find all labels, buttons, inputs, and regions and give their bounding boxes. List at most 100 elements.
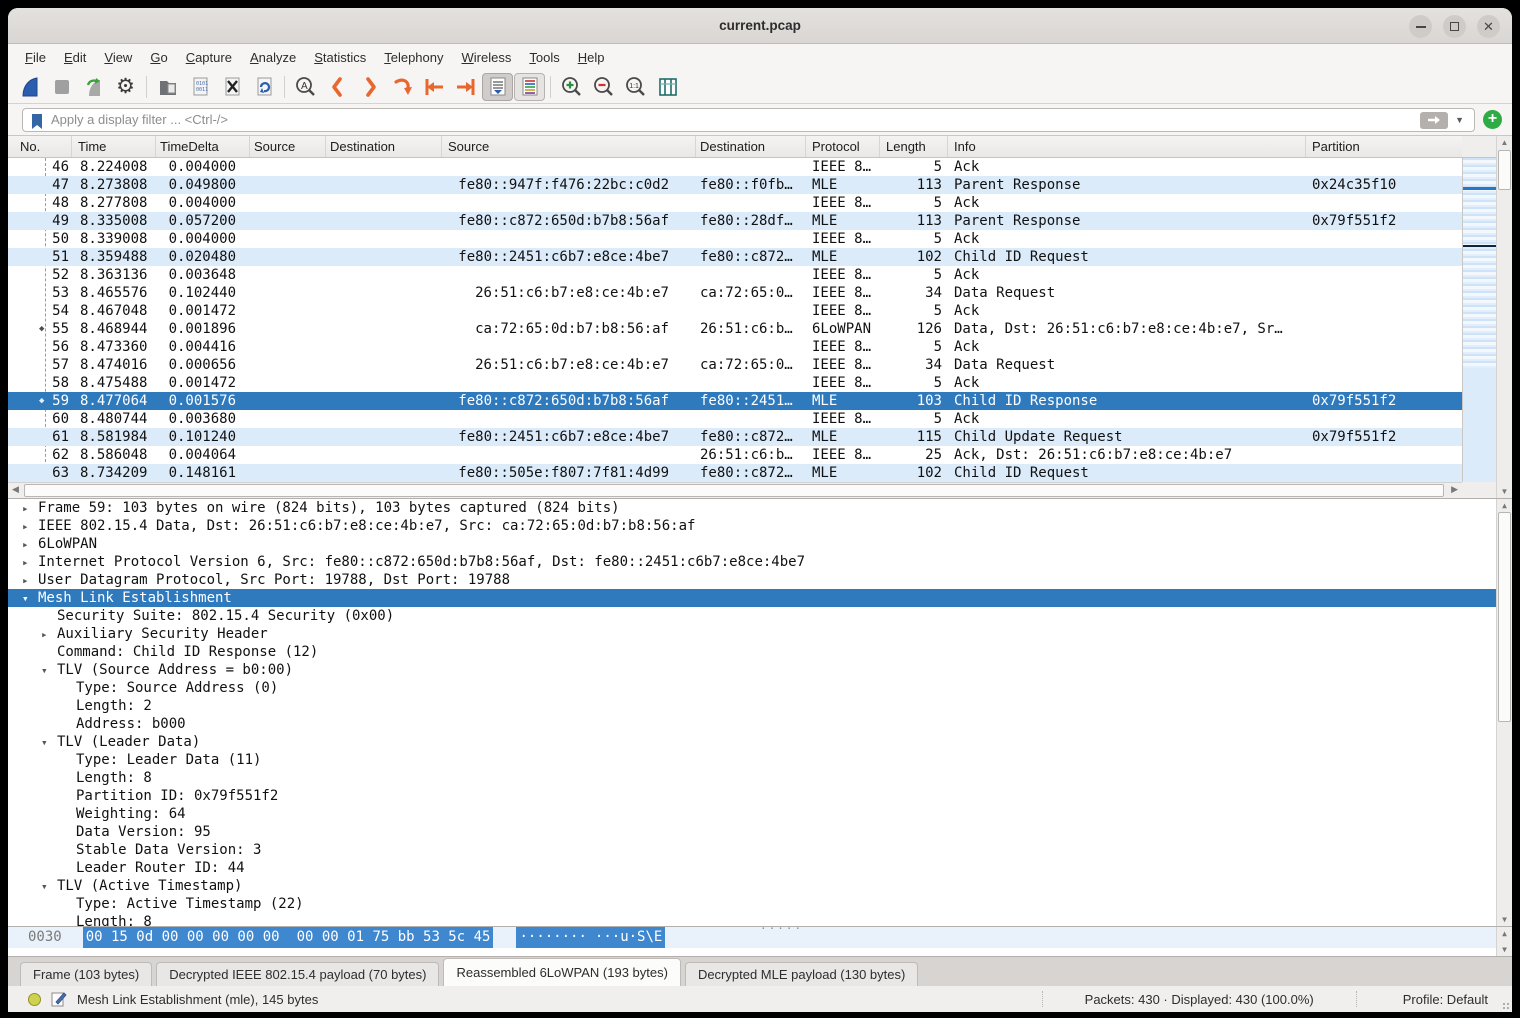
packet-row[interactable]: 49 8.335008 0.057200 fe80::c872:650d:b7b…	[8, 212, 1462, 230]
close-file-button[interactable]	[216, 73, 247, 101]
expander-icon[interactable]: ▸	[22, 536, 38, 553]
zoom-original-button[interactable]: 1:1	[620, 73, 651, 101]
go-back-button[interactable]	[322, 73, 353, 101]
data-source-tab[interactable]: Decrypted MLE payload (130 bytes)	[685, 962, 918, 986]
detail-tree-line[interactable]: ▸Auxiliary Security Header	[8, 625, 1496, 643]
colorize-button[interactable]	[514, 73, 545, 101]
detail-tree-line[interactable]: ▾TLV (Source Address = b0:00)	[8, 661, 1496, 679]
detail-tree-line[interactable]: Type: Leader Data (11)	[8, 751, 1496, 769]
save-file-button[interactable]: 01010011	[184, 73, 215, 101]
hex-vscrollbar[interactable]: ▲ ▼	[1496, 927, 1512, 956]
auto-scroll-button[interactable]	[482, 73, 513, 101]
zoom-out-button[interactable]	[588, 73, 619, 101]
packet-row[interactable]: 62 8.586048 0.004064 26:51:c6:b… IEEE 8……	[8, 446, 1462, 464]
expander-icon[interactable]: ▾	[41, 878, 57, 895]
packet-row[interactable]: 50 8.339008 0.004000 IEEE 8… 5 Ack	[8, 230, 1462, 248]
menu-tools[interactable]: Tools	[520, 47, 568, 68]
detail-tree-line[interactable]: ▾TLV (Leader Data)	[8, 733, 1496, 751]
restart-capture-button[interactable]	[78, 73, 109, 101]
minimize-button[interactable]	[1409, 15, 1432, 38]
expander-icon[interactable]: ▸	[41, 626, 57, 643]
expander-icon[interactable]: ▾	[22, 590, 38, 607]
detail-tree-line[interactable]: Length: 8	[8, 913, 1496, 926]
menu-statistics[interactable]: Statistics	[305, 47, 375, 68]
menu-go[interactable]: Go	[141, 47, 176, 68]
capture-options-button[interactable]: ⚙	[110, 73, 141, 101]
packet-row[interactable]: 54 8.467048 0.001472 IEEE 8… 5 Ack	[8, 302, 1462, 320]
go-to-packet-button[interactable]	[386, 73, 417, 101]
data-source-tab[interactable]: Reassembled 6LoWPAN (193 bytes)	[443, 958, 680, 986]
find-packet-button[interactable]: A	[290, 73, 321, 101]
packet-row[interactable]: 47 8.273808 0.049800 fe80::947f:f476:22b…	[8, 176, 1462, 194]
filter-bookmark-icon[interactable]	[30, 113, 44, 130]
menu-capture[interactable]: Capture	[177, 47, 241, 68]
detail-tree-line[interactable]: ▸User Datagram Protocol, Src Port: 19788…	[8, 571, 1496, 589]
expander-icon[interactable]: ▸	[22, 500, 38, 517]
packet-row[interactable]: 53 8.465576 0.102440 26:51:c6:b7:e8:ce:4…	[8, 284, 1462, 302]
maximize-button[interactable]	[1443, 15, 1466, 38]
scroll-left-icon[interactable]: ◀	[12, 484, 19, 495]
packet-row[interactable]: 59 8.477064 0.001576 fe80::c872:650d:b7b…	[8, 392, 1462, 410]
hex-line[interactable]: 0030 00 15 0d 00 00 00 00 0000 00 01 75 …	[8, 927, 1496, 948]
col-header-no[interactable]: No.	[8, 136, 72, 157]
go-last-packet-button[interactable]	[450, 73, 481, 101]
hscroll-thumb[interactable]	[24, 484, 1444, 497]
status-profile[interactable]: Profile: Default	[1357, 992, 1512, 1007]
col-header-partition[interactable]: Partition	[1306, 136, 1462, 157]
detail-tree-line[interactable]: Length: 8	[8, 769, 1496, 787]
expander-icon[interactable]: ▸	[22, 518, 38, 535]
packet-row[interactable]: 55 8.468944 0.001896 ca:72:65:0d:b7:b8:5…	[8, 320, 1462, 338]
packet-row[interactable]: 52 8.363136 0.003648 IEEE 8… 5 Ack	[8, 266, 1462, 284]
detail-tree-line[interactable]: Command: Child ID Response (12)	[8, 643, 1496, 661]
titlebar[interactable]: current.pcap ✕	[8, 8, 1512, 44]
detail-tree-line[interactable]: Stable Data Version: 3	[8, 841, 1496, 859]
packet-row[interactable]: 51 8.359488 0.020480 fe80::2451:c6b7:e8c…	[8, 248, 1462, 266]
detail-tree-line[interactable]: ▸IEEE 802.15.4 Data, Dst: 26:51:c6:b7:e8…	[8, 517, 1496, 535]
open-file-button[interactable]	[152, 73, 183, 101]
col-header-length[interactable]: Length	[880, 136, 948, 157]
go-forward-button[interactable]	[354, 73, 385, 101]
menu-file[interactable]: File	[16, 47, 55, 68]
col-header-info[interactable]: Info	[948, 136, 1306, 157]
packet-row[interactable]: 46 8.224008 0.004000 IEEE 8… 5 Ack	[8, 158, 1462, 176]
capture-comment-icon[interactable]	[51, 991, 67, 1007]
scroll-up-icon[interactable]: ▲	[1497, 138, 1512, 147]
detail-tree-line[interactable]: ▾TLV (Active Timestamp)	[8, 877, 1496, 895]
col-header-source2[interactable]: Source	[442, 136, 696, 157]
detail-tree-line[interactable]: Address: b000	[8, 715, 1496, 733]
col-header-timedelta[interactable]: TimeDelta	[156, 136, 250, 157]
menu-help[interactable]: Help	[569, 47, 614, 68]
expander-icon[interactable]: ▸	[22, 554, 38, 571]
scroll-down-icon[interactable]: ▼	[1497, 487, 1512, 496]
zoom-in-button[interactable]	[556, 73, 587, 101]
display-filter-input[interactable]	[51, 109, 1414, 131]
start-capture-button[interactable]	[14, 73, 45, 101]
close-button[interactable]: ✕	[1477, 15, 1500, 38]
detail-tree-line[interactable]: Leader Router ID: 44	[8, 859, 1496, 877]
go-first-packet-button[interactable]	[418, 73, 449, 101]
apply-filter-button[interactable]	[1420, 112, 1448, 129]
filter-dropdown-caret-icon[interactable]: ▼	[1455, 115, 1464, 125]
pane-splitter-handle[interactable]: ·····	[760, 922, 803, 935]
detail-tree-line[interactable]: Partition ID: 0x79f551f2	[8, 787, 1496, 805]
detail-tree-line[interactable]: Length: 2	[8, 697, 1496, 715]
expander-icon[interactable]: ▾	[41, 734, 57, 751]
detail-tree-line[interactable]: ▸Internet Protocol Version 6, Src: fe80:…	[8, 553, 1496, 571]
col-header-time[interactable]: Time	[72, 136, 156, 157]
scroll-down-icon[interactable]: ▼	[1497, 915, 1512, 924]
add-filter-button[interactable]: +	[1483, 110, 1502, 129]
detail-tree-line[interactable]: ▸6LoWPAN	[8, 535, 1496, 553]
packet-list-vscrollbar[interactable]: ▲ ▼	[1496, 136, 1512, 498]
intelligent-scrollbar-minimap[interactable]	[1462, 158, 1496, 482]
packet-row[interactable]: 58 8.475488 0.001472 IEEE 8… 5 Ack	[8, 374, 1462, 392]
expander-icon[interactable]: ▸	[22, 572, 38, 589]
detail-vscrollbar[interactable]: ▲ ▼	[1496, 499, 1512, 926]
packet-row[interactable]: 63 8.734209 0.148161 fe80::505e:f807:7f8…	[8, 464, 1462, 482]
reload-file-button[interactable]	[248, 73, 279, 101]
packet-row[interactable]: 56 8.473360 0.004416 IEEE 8… 5 Ack	[8, 338, 1462, 356]
menu-view[interactable]: View	[95, 47, 141, 68]
vscroll-thumb[interactable]	[1498, 150, 1511, 190]
col-header-dest2[interactable]: Destination	[696, 136, 806, 157]
col-header-protocol[interactable]: Protocol	[806, 136, 880, 157]
col-header-dest1[interactable]: Destination	[326, 136, 442, 157]
